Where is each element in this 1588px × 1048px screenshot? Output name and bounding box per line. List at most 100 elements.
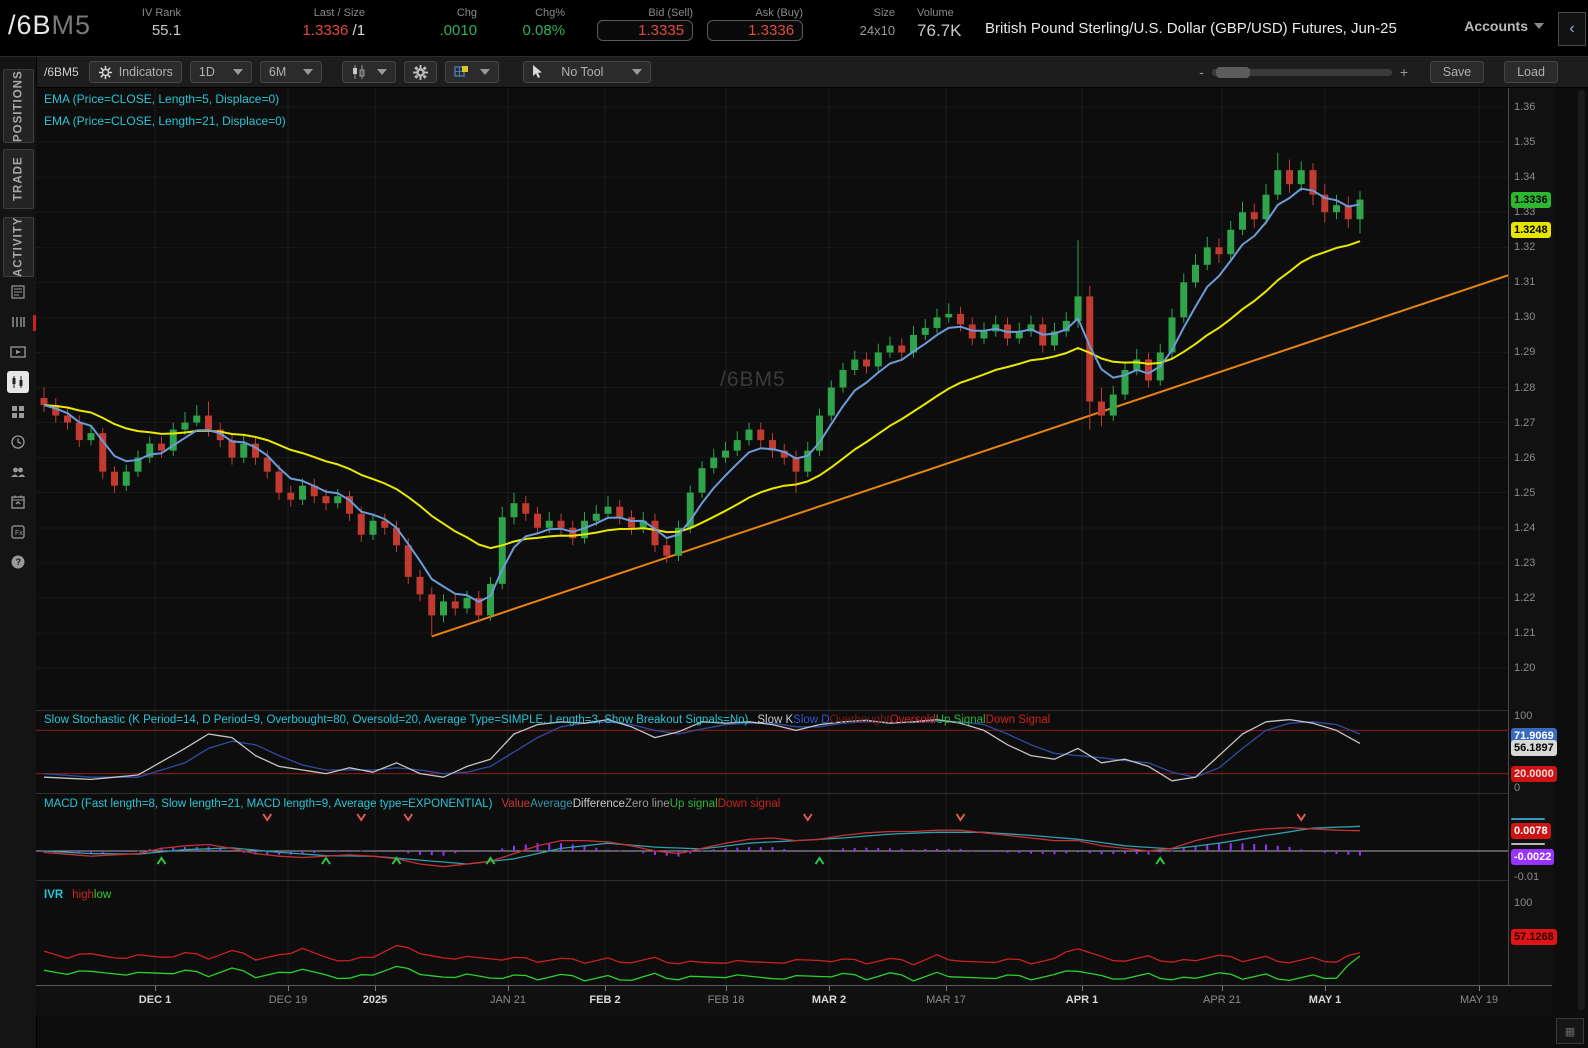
last-size-block: Last / Size 1.3336 /1 — [245, 6, 365, 42]
chevron-down-icon — [1534, 23, 1544, 29]
candlestick — [557, 520, 565, 528]
macd-axis-label: -0.01 — [1514, 871, 1540, 883]
price-tick-label: 1.32 — [1514, 241, 1536, 254]
order-queue-icon[interactable] — [7, 311, 29, 333]
zoom-slider[interactable] — [1211, 66, 1392, 78]
time-tick-label: APR 21 — [1203, 994, 1241, 1006]
pane-divider[interactable] — [36, 793, 1552, 794]
time-tick — [829, 986, 830, 991]
range-dropdown[interactable]: 6M — [259, 61, 322, 83]
quote-header: /6BM5 IV Rank 55.1 Last / Size 1.3336 /1… — [0, 0, 1588, 57]
help-icon[interactable]: ? — [7, 551, 29, 573]
time-tick — [605, 986, 606, 991]
macd-histogram-bar — [1041, 851, 1044, 854]
price-axis[interactable]: 1.36 1.35 1.34 1.33 1.32 1.31 1.30 1.29 1.28 1.27… — [1508, 88, 1557, 985]
chart-type-dropdown[interactable] — [341, 61, 396, 83]
macd-title[interactable]: MACD (Fast length=8, Slow length=21, MAC… — [44, 798, 493, 810]
widget-icon[interactable]: Fx — [7, 521, 29, 543]
apps-grid-icon[interactable] — [7, 401, 29, 423]
calendar-icon[interactable] — [7, 491, 29, 513]
macd-histogram-bar — [325, 851, 327, 852]
macd-histogram-bar — [1065, 851, 1068, 854]
candlestick — [1250, 212, 1258, 220]
last-size-label: Last / Size — [313, 7, 366, 19]
legend-item: low — [93, 889, 112, 901]
macd-histogram-bar — [630, 851, 633, 852]
macd-study-label[interactable]: MACD (Fast length=8, Slow length=21, MAC… — [44, 798, 780, 810]
ema21-study-label[interactable]: EMA (Price=CLOSE, Length=21, Displace=0) — [44, 114, 286, 128]
size-label: Size — [873, 7, 896, 19]
time-axis[interactable]: DEC 1 DEC 19 2025 JAN 21 FEB 2 FEB 18 MAR 2 MAR… — [36, 985, 1552, 1015]
collapse-panel-button[interactable]: ‹ — [1558, 12, 1586, 46]
candlestick — [921, 327, 929, 335]
macd-histogram-bar — [983, 851, 985, 852]
candlestick — [158, 443, 165, 451]
ema5-study-label[interactable]: EMA (Price=CLOSE, Length=5, Displace=0) — [44, 92, 279, 106]
accounts-menu[interactable]: Accounts — [1464, 18, 1544, 34]
up-signal-arrow — [814, 856, 825, 865]
active-tool-dropdown[interactable]: No Tool — [522, 61, 651, 83]
iv-rank-block: IV Rank 55.1 — [119, 6, 181, 42]
chg-value: .0010 — [439, 22, 478, 39]
chart-icon[interactable] — [7, 371, 29, 393]
sidebar-tab-positions[interactable]: POSITIONS — [3, 69, 34, 143]
macd-histogram-bar — [1018, 851, 1021, 854]
down-signal-arrow — [955, 813, 966, 822]
last-price-badge: 1.3336 — [1511, 191, 1551, 208]
candlestick — [722, 450, 729, 458]
time-tick-label: MAR 2 — [811, 994, 847, 1006]
load-button[interactable]: Load — [1504, 61, 1558, 83]
zoom-slider-thumb[interactable] — [1215, 66, 1250, 78]
candlestick — [357, 513, 365, 535]
legend-item: Down Signal — [985, 714, 1051, 726]
macd-histogram-bar — [383, 851, 386, 852]
community-icon[interactable] — [7, 461, 29, 483]
macd-histogram-bar — [994, 851, 997, 853]
vertical-scrollbar[interactable] — [1578, 90, 1585, 1010]
timeframe-dropdown[interactable]: 1D — [189, 61, 252, 83]
price-tick-label: 1.24 — [1514, 521, 1536, 534]
sidebar-tab-activity[interactable]: ACTIVITY — [3, 217, 34, 277]
candlestick — [522, 503, 530, 514]
bid-button[interactable]: 1.3335 — [597, 20, 694, 41]
candlestick — [263, 457, 271, 472]
chart-settings-button[interactable] — [403, 61, 437, 83]
indicators-button[interactable]: Indicators — [88, 61, 182, 83]
candlestick — [945, 313, 953, 318]
ivr-pane[interactable] — [36, 880, 1508, 985]
pane-divider[interactable] — [36, 710, 1552, 711]
ivr-study-label[interactable]: IVR highlow — [44, 889, 111, 901]
history-clock-icon[interactable] — [7, 431, 29, 453]
macd-histogram-bar — [1347, 851, 1350, 855]
ask-button[interactable]: 1.3336 — [707, 20, 804, 41]
toolbar-symbol[interactable]: /6BM5 — [44, 65, 79, 79]
macd-histogram-bar — [454, 851, 457, 854]
video-icon[interactable] — [7, 341, 29, 363]
gear-icon — [412, 64, 428, 80]
zoom-in-button[interactable]: + — [1400, 64, 1408, 80]
news-icon[interactable] — [7, 281, 29, 303]
resize-grip[interactable]: ▦ — [1556, 1018, 1584, 1044]
pane-divider[interactable] — [36, 880, 1552, 881]
stochastic-title[interactable]: Slow Stochastic (K Period=14, D Period=9… — [44, 714, 748, 726]
macd-histogram-bar — [1112, 851, 1115, 854]
price-pane[interactable] — [36, 88, 1508, 710]
zoom-out-button[interactable]: - — [1199, 64, 1204, 80]
trading-platform-window: { "header": { "symbol_main": "/6B", "sym… — [0, 0, 1588, 1048]
drawing-tools-dropdown[interactable] — [444, 61, 499, 83]
ema21-badge: 1.3248 — [1511, 222, 1551, 239]
macd-histogram-bar — [724, 848, 727, 851]
chart-area[interactable]: EMA (Price=CLOSE, Length=5, Displace=0) … — [36, 88, 1588, 1015]
stochastic-study-label[interactable]: Slow Stochastic (K Period=14, D Period=9… — [44, 714, 1050, 726]
last-size-value: 1.3336 /1 — [302, 20, 365, 42]
chevron-left-icon: ‹ — [1569, 20, 1575, 37]
candlestick — [933, 317, 941, 328]
volume-block: Volume 76.7K — [917, 6, 967, 42]
macd-histogram-bar — [853, 848, 856, 851]
sidebar-tab-trade[interactable]: TRADE — [3, 149, 34, 209]
active-tool-label: No Tool — [561, 65, 604, 79]
ivr-axis-label: 100 — [1514, 897, 1533, 909]
save-button[interactable]: Save — [1430, 61, 1484, 83]
ivr-title[interactable]: IVR — [44, 889, 63, 901]
left-sidebar: POSITIONS TRADE ACTIVITY Fx? — [0, 57, 37, 1048]
